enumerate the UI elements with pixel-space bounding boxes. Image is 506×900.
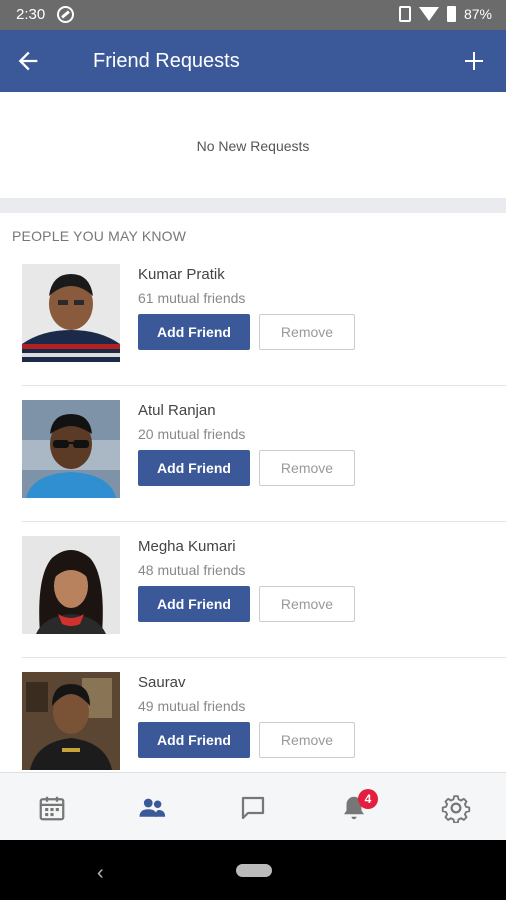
friend-requests-section: No New Requests <box>0 92 506 198</box>
mutual-friends-count: 48 mutual friends <box>138 562 246 578</box>
no-requests-message: No New Requests <box>196 138 310 154</box>
page-title: Friend Requests <box>93 50 240 72</box>
system-home-button[interactable] <box>236 864 272 877</box>
person-row: Kumar Pratik 61 mutual friends Add Frien… <box>0 250 506 386</box>
add-icon[interactable] <box>462 49 486 73</box>
people-you-may-know-header: PEOPLE YOU MAY KNOW <box>12 228 187 244</box>
back-arrow-icon[interactable] <box>14 47 42 75</box>
calendar-icon[interactable] <box>37 793 67 823</box>
status-icons: 87% <box>398 6 492 22</box>
friends-icon[interactable] <box>137 793 167 823</box>
remove-button[interactable]: Remove <box>259 450 355 486</box>
avatar[interactable] <box>22 672 120 770</box>
do-not-disturb-icon <box>57 6 74 23</box>
app-bar: Friend Requests <box>0 30 506 92</box>
mutual-friends-count: 20 mutual friends <box>138 426 246 442</box>
remove-button[interactable]: Remove <box>259 722 355 758</box>
add-friend-button[interactable]: Add Friend <box>138 722 250 758</box>
battery-icon <box>446 6 456 22</box>
person-name: Megha Kumari <box>138 538 236 555</box>
system-back-icon[interactable]: ‹ <box>97 862 104 885</box>
person-row: Megha Kumari 48 mutual friends Add Frien… <box>0 522 506 658</box>
status-bar: 2:30 87% <box>0 0 506 30</box>
person-row: Atul Ranjan 20 mutual friends Add Friend… <box>0 386 506 522</box>
remove-button[interactable]: Remove <box>259 586 355 622</box>
avatar[interactable] <box>22 536 120 634</box>
battery-percent: 87% <box>463 6 492 22</box>
avatar[interactable] <box>22 400 120 498</box>
add-friend-button[interactable]: Add Friend <box>138 314 250 350</box>
people-list: Kumar Pratik 61 mutual friends Add Frien… <box>0 250 506 772</box>
section-divider <box>0 198 506 213</box>
wifi-icon <box>418 7 439 21</box>
add-friend-button[interactable]: Add Friend <box>138 450 250 486</box>
notification-badge: 4 <box>358 789 378 809</box>
mutual-friends-count: 61 mutual friends <box>138 290 246 306</box>
bottom-navigation: 4 <box>0 772 506 840</box>
avatar[interactable] <box>22 264 120 362</box>
mutual-friends-count: 49 mutual friends <box>138 698 246 714</box>
person-name: Saurav <box>138 674 186 691</box>
add-friend-button[interactable]: Add Friend <box>138 586 250 622</box>
person-name: Atul Ranjan <box>138 402 216 419</box>
messages-icon[interactable] <box>238 793 268 823</box>
system-navigation-bar: ‹ <box>0 840 506 900</box>
person-name: Kumar Pratik <box>138 266 225 283</box>
settings-icon[interactable] <box>441 793 471 823</box>
person-row: Saurav 49 mutual friends Add Friend Remo… <box>0 658 506 772</box>
vibrate-icon <box>398 6 411 22</box>
status-time: 2:30 <box>16 6 46 23</box>
remove-button[interactable]: Remove <box>259 314 355 350</box>
